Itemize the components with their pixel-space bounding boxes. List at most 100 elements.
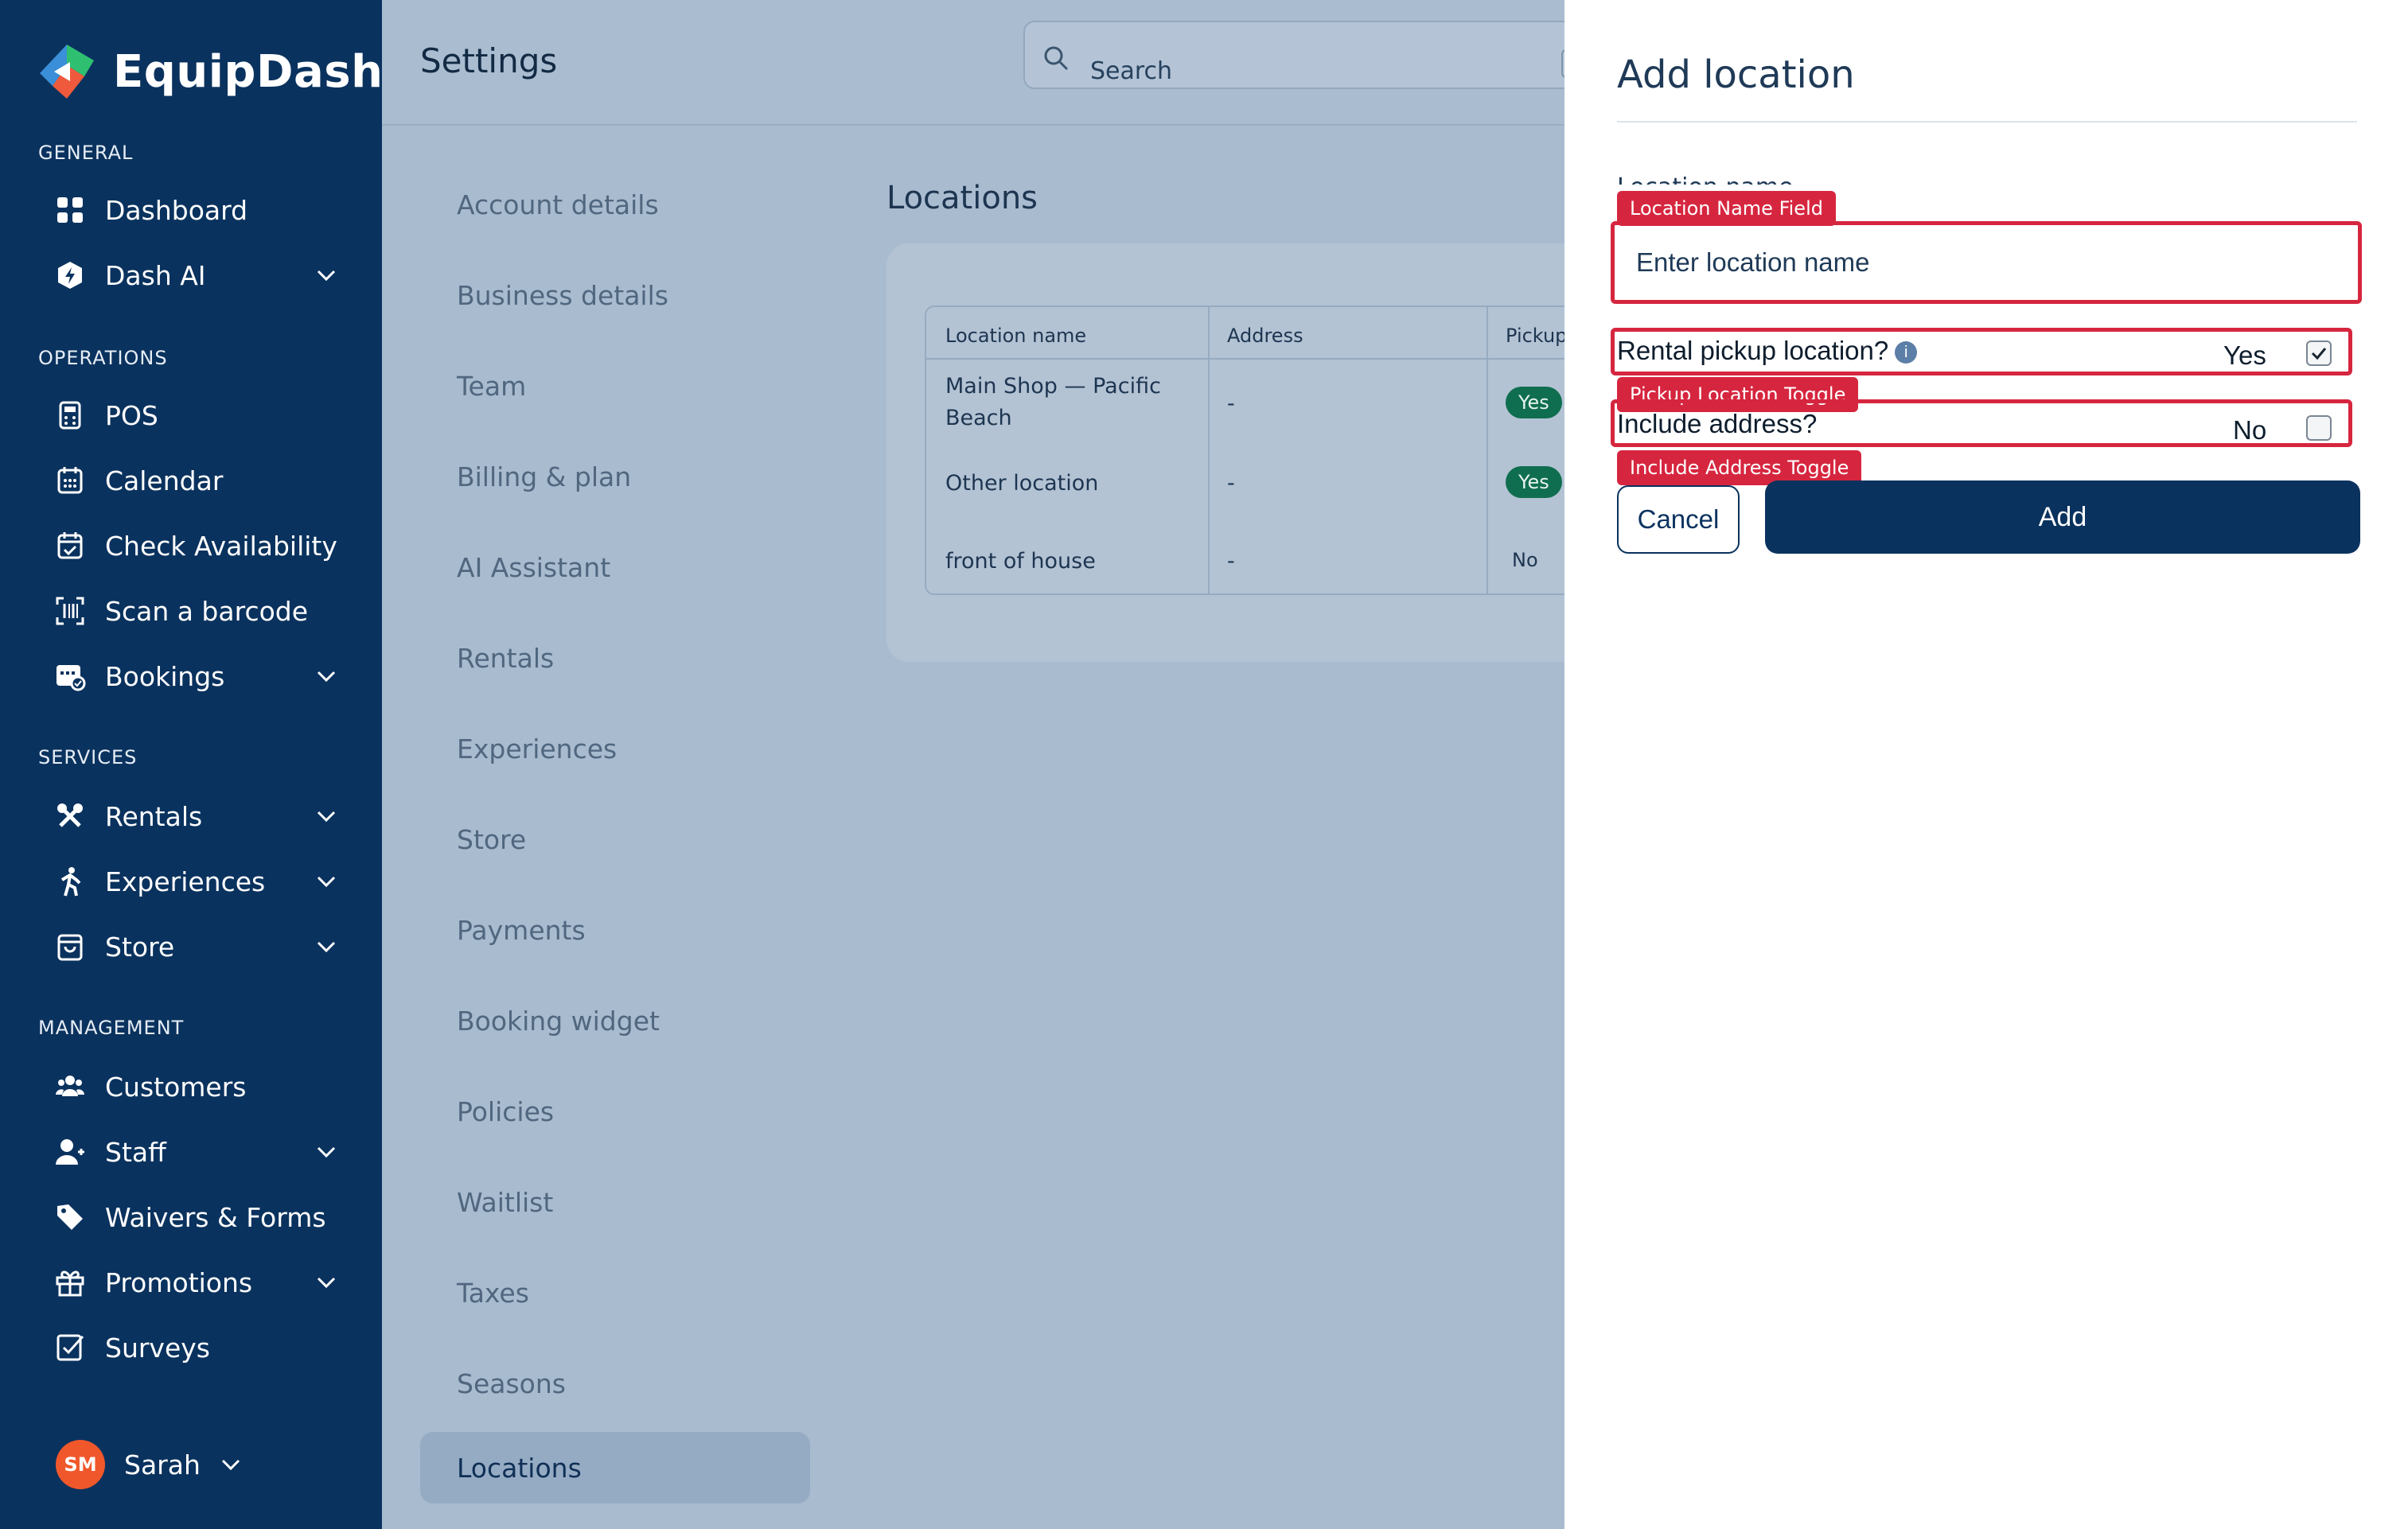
sidebar-item-label: Dash AI [105, 259, 206, 291]
settings-nav-business-details[interactable]: Business details [457, 280, 668, 311]
table-cell-address: - [1227, 471, 1235, 496]
section-operations: OPERATIONS [38, 347, 168, 369]
brand-name: EquipDash [113, 45, 384, 98]
table-cell-address: - [1227, 391, 1235, 416]
cancel-button[interactable]: Cancel [1617, 485, 1740, 554]
sidebar-item-surveys[interactable]: Surveys [51, 1322, 337, 1373]
chevron-down-icon[interactable] [315, 1271, 337, 1294]
sidebar-item-label: Promotions [105, 1266, 253, 1298]
column-header-address[interactable]: Address [1227, 325, 1303, 347]
section-services: SERVICES [38, 746, 138, 768]
sidebar-item-label: Check Availability [105, 530, 337, 562]
sidebar-item-staff[interactable]: Staff [51, 1126, 337, 1177]
calendar-check-icon [51, 527, 89, 565]
table-cell-address: - [1227, 549, 1235, 574]
address-checkbox[interactable] [2306, 415, 2332, 441]
table-cell-name[interactable]: Other location [945, 468, 1098, 500]
info-icon[interactable]: i [1895, 341, 1918, 364]
sidebar-item-rentals[interactable]: Rentals [51, 791, 337, 842]
brand[interactable]: EquipDash [37, 41, 383, 102]
sidebar-item-waivers-forms[interactable]: Waivers & Forms [51, 1192, 337, 1243]
sidebar-item-dashboard[interactable]: Dashboard [51, 185, 337, 235]
sidebar-item-label: Bookings [105, 660, 225, 692]
sidebar-item-store[interactable]: Store [51, 921, 337, 972]
sidebar-item-label: POS [105, 399, 158, 431]
settings-nav-account-details[interactable]: Account details [457, 189, 659, 220]
pickup-value: Yes [2223, 340, 2266, 370]
settings-nav-policies[interactable]: Policies [457, 1096, 554, 1127]
sidebar-item-promotions[interactable]: Promotions [51, 1257, 337, 1308]
sidebar-item-label: Surveys [105, 1332, 210, 1364]
sidebar-item-label: Scan a barcode [105, 595, 309, 627]
sidebar-item-check-availability[interactable]: Check Availability [51, 520, 337, 571]
settings-nav-waitlist[interactable]: Waitlist [457, 1187, 553, 1218]
sidebar-item-label: Waivers & Forms [105, 1201, 326, 1233]
location-name-input[interactable] [1636, 231, 2336, 294]
column-divider [1208, 307, 1210, 593]
cell-line: Beach [945, 406, 1012, 430]
settings-nav-locations[interactable]: Locations [457, 1453, 582, 1484]
sidebar-item-customers[interactable]: Customers [51, 1061, 337, 1112]
store-icon [51, 928, 89, 966]
ai-icon [51, 256, 89, 294]
experiences-icon [51, 862, 89, 901]
chevron-down-icon[interactable] [315, 805, 337, 827]
user-name: Sarah [124, 1449, 201, 1480]
table-cell-name[interactable]: front of house [945, 546, 1096, 578]
settings-nav-team[interactable]: Team [457, 371, 526, 402]
avatar: SM [56, 1440, 105, 1489]
search-icon [1044, 46, 1069, 71]
settings-nav-billing-plan[interactable]: Billing & plan [457, 461, 631, 492]
section-general: GENERAL [38, 142, 134, 164]
settings-nav-taxes[interactable]: Taxes [457, 1278, 529, 1309]
pickup-value: No [1512, 549, 1538, 571]
sidebar-item-bookings[interactable]: Bookings [51, 651, 337, 702]
chevron-down-icon[interactable] [315, 936, 337, 958]
add-button[interactable]: Add [1765, 480, 2360, 554]
calendar-icon [51, 461, 89, 500]
chevron-down-icon[interactable] [315, 665, 337, 687]
chevron-down-icon [221, 1459, 240, 1471]
sidebar-item-dash-ai[interactable]: Dash AI [51, 250, 337, 301]
user-menu[interactable]: SM Sarah [56, 1440, 242, 1489]
sidebar-item-scan-barcode[interactable]: Scan a barcode [51, 586, 337, 636]
sidebar-item-experiences[interactable]: Experiences [51, 856, 337, 907]
settings-nav-store[interactable]: Store [457, 824, 526, 855]
chevron-down-icon[interactable] [315, 264, 337, 286]
settings-nav-ai-assistant[interactable]: AI Assistant [457, 552, 610, 583]
pickup-label: Rental pickup location? i [1617, 336, 1918, 366]
sidebar-item-calendar[interactable]: Calendar [51, 455, 337, 506]
pickup-label-text: Rental pickup location? [1617, 336, 1889, 365]
sidebar-item-label: Rentals [105, 800, 203, 832]
table-cell-name[interactable]: Main Shop — Pacific Beach [945, 371, 1161, 434]
settings-nav-booking-widget[interactable]: Booking widget [457, 1006, 660, 1037]
status-badge: Yes [1506, 466, 1562, 498]
sidebar-item-label: Customers [105, 1071, 247, 1103]
customers-icon [51, 1068, 89, 1106]
bookings-icon [51, 657, 89, 695]
column-header-pickup[interactable]: Pickup [1506, 325, 1567, 347]
pickup-checkbox[interactable] [2306, 340, 2332, 366]
divider [1617, 121, 2357, 123]
rentals-icon [51, 797, 89, 835]
locations-table: Location name Address Pickup Main Shop —… [925, 305, 1609, 595]
sidebar-item-label: Store [105, 931, 175, 963]
equipdash-logo-icon [40, 45, 94, 99]
locations-title: Locations [886, 180, 1038, 216]
chevron-down-icon[interactable] [315, 1141, 337, 1163]
sidebar-item-label: Staff [105, 1136, 166, 1168]
sidebar-item-pos[interactable]: POS [51, 390, 337, 441]
settings-nav-rentals[interactable]: Rentals [457, 643, 554, 674]
chevron-down-icon[interactable] [315, 870, 337, 893]
search-input[interactable]: Search [1023, 21, 1580, 89]
settings-nav-seasons[interactable]: Seasons [457, 1368, 566, 1399]
section-management: MANAGEMENT [38, 1017, 185, 1039]
column-header-location-name[interactable]: Location name [945, 325, 1086, 347]
sidebar-item-label: Dashboard [105, 194, 248, 226]
settings-nav-payments[interactable]: Payments [457, 915, 586, 946]
staff-icon [51, 1133, 89, 1171]
page-title: Settings [420, 41, 558, 80]
check-icon [2311, 348, 2327, 360]
drawer-title: Add location [1617, 53, 1855, 97]
settings-nav-experiences[interactable]: Experiences [457, 733, 617, 764]
